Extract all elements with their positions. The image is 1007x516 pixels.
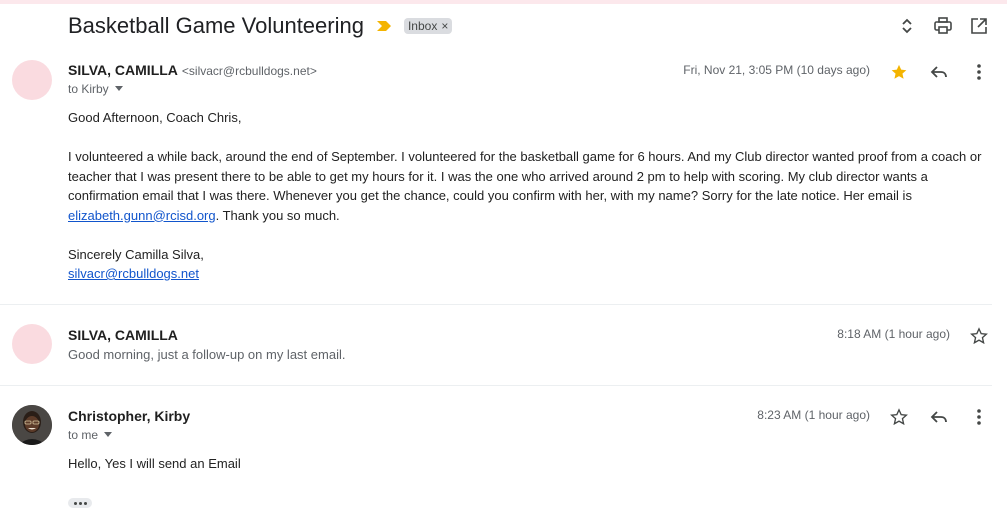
reply-icon[interactable] — [927, 60, 951, 84]
sender-name[interactable]: Christopher, Kirby — [68, 408, 190, 424]
chevron-down-icon — [114, 86, 123, 91]
remove-label-icon[interactable]: × — [441, 19, 448, 33]
show-trimmed-content-button[interactable] — [68, 498, 92, 508]
message-greeting: Good Afternoon, Coach Chris, — [68, 110, 242, 125]
thread-subject: Basketball Game Volunteering — [68, 13, 364, 38]
dot-icon — [78, 501, 82, 505]
message-closing: Sincerely Camilla Silva, — [68, 246, 204, 262]
message-divider — [0, 385, 992, 386]
message-actions — [967, 324, 991, 348]
inbox-label-chip[interactable]: Inbox × — [403, 18, 453, 34]
print-icon[interactable] — [931, 14, 955, 38]
sender-email: <silvacr@rcbulldogs.net> — [181, 64, 317, 78]
sender-avatar[interactable] — [12, 324, 52, 364]
message-body: Good Afternoon, Coach Chris, I volunteer… — [68, 108, 992, 284]
email-link[interactable]: elizabeth.gunn@rcisd.org — [68, 208, 216, 223]
paragraph-text: I volunteered a while back, around the e… — [68, 149, 982, 203]
star-outline-icon[interactable] — [967, 324, 991, 348]
star-outline-icon[interactable] — [887, 405, 911, 429]
scrollbar[interactable] — [993, 0, 1007, 516]
importance-marker-icon[interactable] — [376, 20, 392, 32]
recipient-text: to Kirby — [68, 82, 109, 96]
sender-avatar-photo[interactable] — [12, 405, 52, 445]
more-options-icon[interactable] — [967, 60, 991, 84]
recipient-text: to me — [68, 428, 99, 442]
message-text: Hello, Yes I will send an Email — [68, 456, 241, 471]
inbox-label-text: Inbox — [407, 19, 438, 33]
message-snippet[interactable]: Good morning, just a follow-up on my las… — [68, 347, 345, 362]
chevron-down-icon — [104, 432, 113, 437]
recipient-dropdown[interactable]: to Kirby — [68, 82, 123, 96]
expand-collapse-icon[interactable] — [895, 14, 919, 38]
dot-icon — [83, 501, 87, 505]
message-body: Hello, Yes I will send an Email — [68, 454, 992, 474]
top-accent-line — [0, 0, 1007, 4]
signature-email-link[interactable]: silvacr@rcbulldogs.net — [68, 266, 199, 281]
dot-icon — [73, 501, 77, 505]
sender-name[interactable]: SILVA, CAMILLA — [68, 327, 178, 343]
message-date: 8:18 AM (1 hour ago) — [837, 327, 950, 341]
thread-header: Basketball Game Volunteering Inbox × — [68, 10, 453, 42]
message-divider — [0, 304, 992, 305]
thread-actions — [895, 14, 991, 38]
recipient-dropdown[interactable]: to me — [68, 428, 113, 442]
message-date: 8:23 AM (1 hour ago) — [757, 408, 870, 422]
open-in-new-window-icon[interactable] — [967, 14, 991, 38]
star-icon[interactable] — [887, 60, 911, 84]
more-options-icon[interactable] — [967, 405, 991, 429]
sender-name[interactable]: SILVA, CAMILLA <silvacr@rcbulldogs.net> — [68, 62, 317, 78]
message-date: Fri, Nov 21, 3:05 PM (10 days ago) — [683, 63, 870, 77]
reply-icon[interactable] — [927, 405, 951, 429]
sender-name-text: SILVA, CAMILLA — [68, 62, 178, 78]
message-paragraph: I volunteered a while back, around the e… — [68, 147, 992, 225]
sender-avatar[interactable] — [12, 60, 52, 100]
message-actions — [887, 60, 991, 84]
message-actions — [887, 405, 991, 429]
paragraph-end-text: . Thank you so much. — [215, 207, 340, 223]
